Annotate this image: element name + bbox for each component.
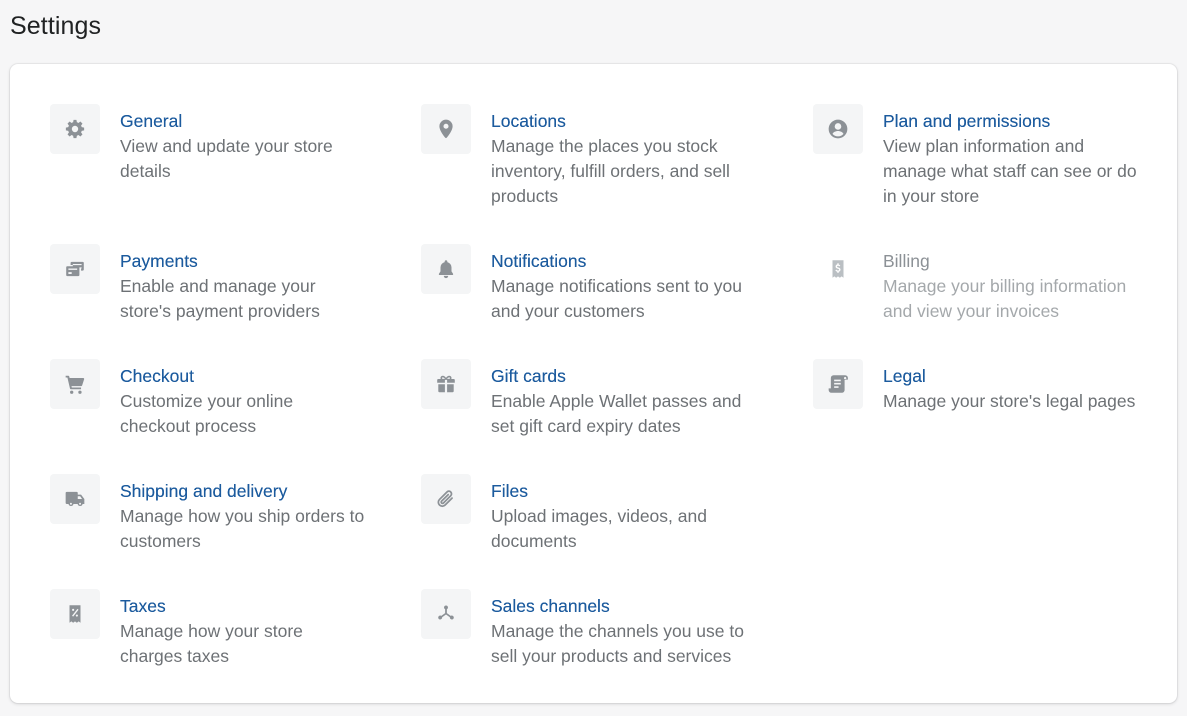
settings-item-shipping-and-delivery[interactable]: Shipping and delivery Manage how you shi…	[50, 474, 365, 554]
shipping-title: Shipping and delivery	[120, 481, 288, 501]
general-title: General	[120, 111, 183, 131]
truck-icon	[50, 474, 100, 524]
sales-channels-description: Manage the channels you use to sell your…	[491, 621, 744, 666]
taxes-description: Manage how your store charges taxes	[120, 621, 303, 666]
settings-item-plan-and-permissions[interactable]: Plan and permissions View plan informati…	[813, 104, 1148, 209]
gift-cards-description: Enable Apple Wallet passes and set gift …	[491, 391, 742, 436]
channels-icon	[421, 589, 471, 639]
cart-icon	[50, 359, 100, 409]
settings-item-billing: Billing Manage your billing information …	[813, 244, 1148, 324]
settings-item-files[interactable]: Files Upload images, videos, and documen…	[421, 474, 756, 554]
location-pin-icon	[421, 104, 471, 154]
sales-channels-title: Sales channels	[491, 596, 610, 616]
settings-item-legal[interactable]: Legal Manage your store's legal pages	[813, 359, 1148, 414]
user-circle-icon	[813, 104, 863, 154]
settings-item-checkout[interactable]: Checkout Customize your online checkout …	[50, 359, 365, 439]
dollar-receipt-icon	[813, 244, 863, 294]
taxes-title: Taxes	[120, 596, 166, 616]
payments-title: Payments	[120, 251, 198, 271]
notifications-title: Notifications	[491, 251, 587, 271]
shipping-description: Manage how you ship orders to customers	[120, 506, 365, 551]
payments-description: Enable and manage your store's payment p…	[120, 276, 320, 321]
settings-item-notifications[interactable]: Notifications Manage notifications sent …	[421, 244, 756, 324]
page-title: Settings	[10, 12, 102, 40]
checkout-description: Customize your online checkout process	[120, 391, 294, 436]
settings-item-locations[interactable]: Locations Manage the places you stock in…	[421, 104, 756, 209]
gear-icon	[50, 104, 100, 154]
checkout-title: Checkout	[120, 366, 194, 386]
files-title: Files	[491, 481, 528, 501]
credit-card-icon	[50, 244, 100, 294]
scroll-icon	[813, 359, 863, 409]
settings-item-sales-channels[interactable]: Sales channels Manage the channels you u…	[421, 589, 756, 669]
settings-item-gift-cards[interactable]: Gift cards Enable Apple Wallet passes an…	[421, 359, 756, 439]
settings-item-taxes[interactable]: Taxes Manage how your store charges taxe…	[50, 589, 365, 669]
locations-title: Locations	[491, 111, 566, 131]
billing-title: Billing	[883, 251, 930, 271]
paperclip-icon	[421, 474, 471, 524]
settings-item-general[interactable]: General View and update your store detai…	[50, 104, 365, 184]
plan-title: Plan and permissions	[883, 111, 1051, 131]
legal-title: Legal	[883, 366, 926, 386]
plan-description: View plan information and manage what st…	[883, 136, 1137, 206]
legal-description: Manage your store's legal pages	[883, 391, 1136, 411]
tax-receipt-icon	[50, 589, 100, 639]
gift-icon	[421, 359, 471, 409]
bell-icon	[421, 244, 471, 294]
billing-description: Manage your billing information and view…	[883, 276, 1127, 321]
settings-item-payments[interactable]: Payments Enable and manage your store's …	[50, 244, 365, 324]
gift-cards-title: Gift cards	[491, 366, 566, 386]
general-description: View and update your store details	[120, 136, 333, 181]
locations-description: Manage the places you stock inventory, f…	[491, 136, 730, 206]
settings-card: General View and update your store detai…	[10, 64, 1177, 703]
notifications-description: Manage notifications sent to you and you…	[491, 276, 742, 321]
files-description: Upload images, videos, and documents	[491, 506, 707, 551]
